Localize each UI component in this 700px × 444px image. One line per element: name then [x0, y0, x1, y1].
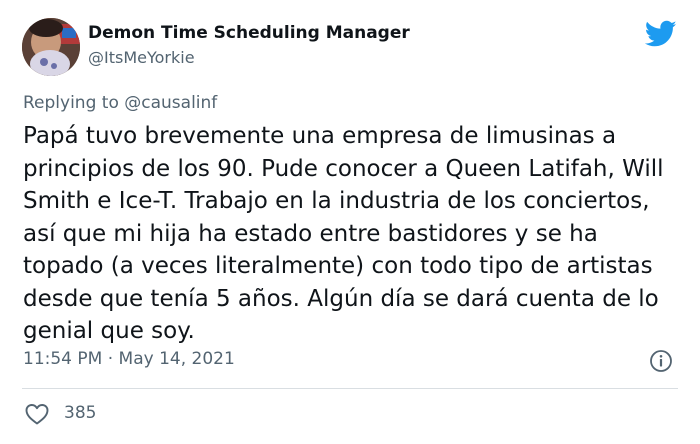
tweet-date: May 14, 2021: [118, 349, 235, 369]
tweet-timestamp[interactable]: 11:54 PM · May 14, 2021: [23, 349, 235, 369]
divider: [22, 388, 678, 389]
reply-mention-link[interactable]: @causalinf: [124, 93, 217, 113]
like-count[interactable]: 385: [64, 403, 96, 423]
heart-icon[interactable]: [24, 402, 50, 426]
tweet-card: Demon Time Scheduling Manager @ItsMeYork…: [0, 0, 700, 444]
replying-to-prefix: Replying to: [23, 93, 125, 113]
info-icon[interactable]: [649, 349, 673, 373]
tweet-text: Papá tuvo brevemente una empresa de limu…: [23, 123, 664, 344]
author-handle[interactable]: @ItsMeYorkie: [88, 48, 195, 67]
avatar[interactable]: [22, 18, 80, 76]
timestamp-separator: ·: [102, 349, 119, 369]
avatar-image: [22, 18, 80, 76]
tweet-time: 11:54 PM: [23, 349, 103, 369]
author-display-name[interactable]: Demon Time Scheduling Manager: [88, 23, 410, 43]
replying-to: Replying to @causalinf: [23, 93, 217, 113]
twitter-bird-icon[interactable]: [645, 20, 677, 48]
